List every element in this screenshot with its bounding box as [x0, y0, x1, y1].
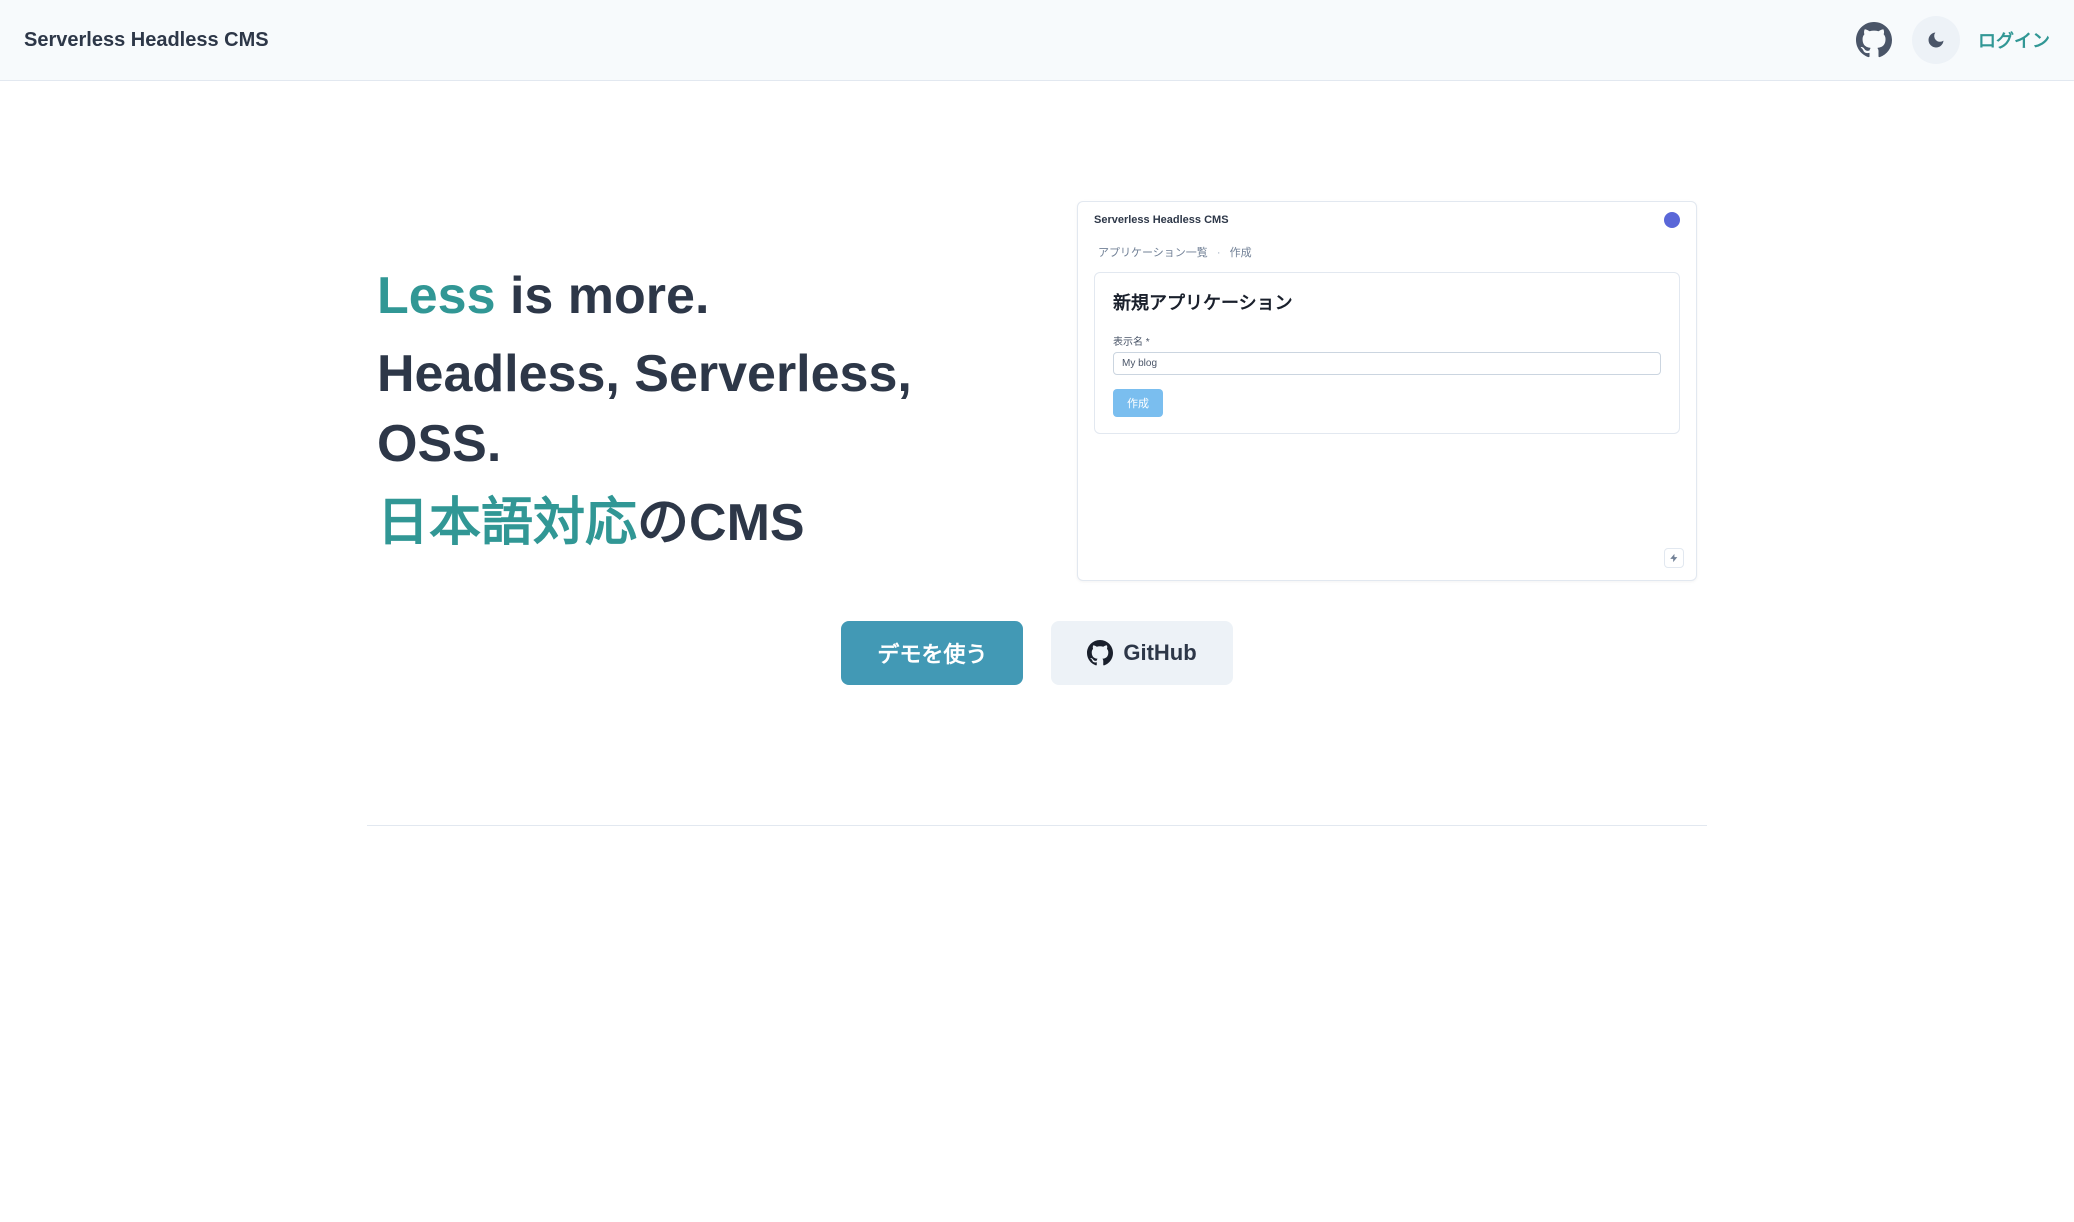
moon-icon	[1926, 30, 1946, 50]
preview-name-input	[1113, 352, 1661, 375]
breadcrumb-item-1: アプリケーション一覧	[1098, 247, 1208, 259]
preview-submit-button: 作成	[1113, 389, 1163, 417]
preview-header: Serverless Headless CMS	[1078, 202, 1696, 238]
github-link[interactable]	[1854, 20, 1894, 60]
preview-card: 新規アプリケーション 表示名 * 作成	[1094, 272, 1680, 434]
demo-button-label: デモを使う	[877, 637, 987, 669]
hero-line-2: Headless, Serverless, OSS.	[377, 339, 1037, 479]
github-icon	[1087, 640, 1113, 666]
hero-accent-3: 日本語対応	[377, 494, 637, 552]
cta-row: デモを使う GitHub	[377, 621, 1697, 685]
login-link[interactable]: ログイン	[1978, 27, 2050, 53]
hero-rest-3: のCMS	[637, 494, 805, 552]
hero-text: Less is more. Headless, Serverless, OSS.…	[377, 141, 1037, 566]
github-icon	[1856, 22, 1892, 58]
theme-toggle[interactable]	[1912, 16, 1960, 64]
bolt-icon	[1664, 548, 1684, 568]
demo-button[interactable]: デモを使う	[841, 621, 1023, 685]
preview-field-label: 表示名 *	[1113, 333, 1661, 348]
preview-avatar	[1664, 212, 1680, 228]
preview-breadcrumb: アプリケーション一覧 · 作成	[1078, 238, 1696, 266]
top-nav: Serverless Headless CMS ログイン	[0, 0, 2074, 81]
github-button[interactable]: GitHub	[1051, 621, 1232, 685]
github-button-label: GitHub	[1123, 640, 1196, 666]
hero-accent-1: Less	[377, 267, 496, 325]
app-title: Serverless Headless CMS	[24, 29, 269, 52]
hero-section: Less is more. Headless, Serverless, OSS.…	[377, 141, 1697, 581]
header-actions: ログイン	[1854, 16, 2050, 64]
preview-card-title: 新規アプリケーション	[1113, 289, 1661, 315]
breadcrumb-separator: ·	[1217, 247, 1221, 259]
preview-screenshot: Serverless Headless CMS アプリケーション一覧 · 作成 …	[1077, 201, 1697, 581]
main-content: Less is more. Headless, Serverless, OSS.…	[337, 81, 1737, 745]
hero-line-3: 日本語対応のCMS	[377, 488, 1037, 558]
breadcrumb-item-2: 作成	[1230, 247, 1252, 259]
hero-rest-1: is more.	[496, 267, 710, 325]
hero-line-1: Less is more.	[377, 261, 1037, 331]
section-divider	[367, 825, 1707, 826]
preview-app-title: Serverless Headless CMS	[1094, 214, 1229, 226]
